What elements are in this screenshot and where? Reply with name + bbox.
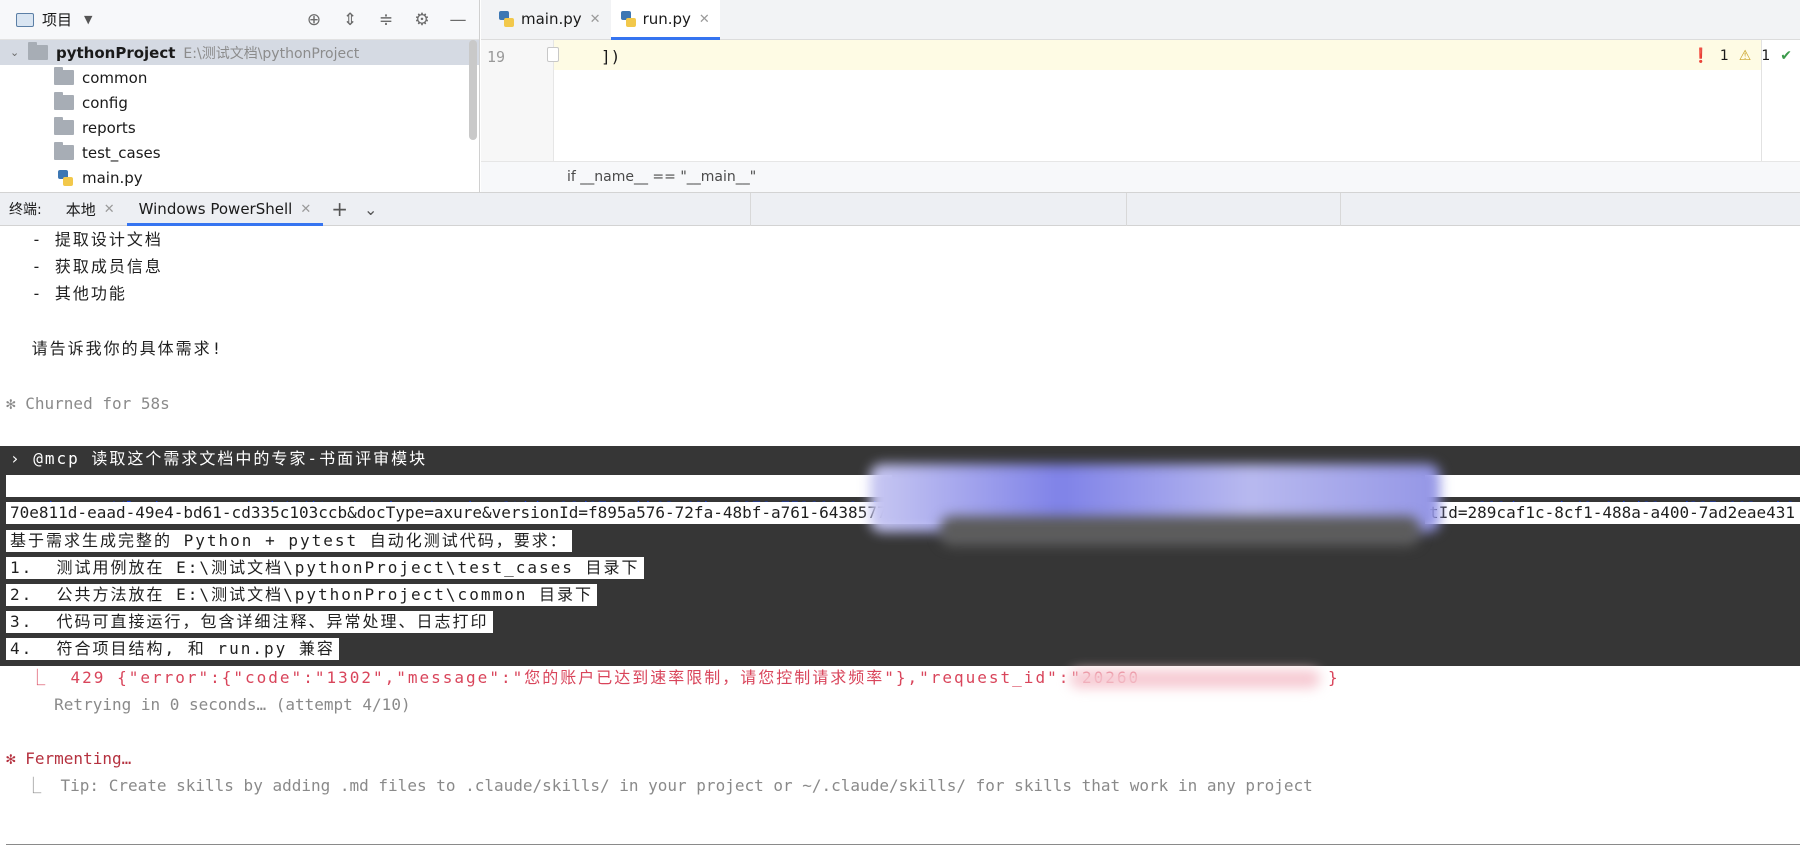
inspection-widget[interactable]: ❗ 1 ⚠ 1 ✔ bbox=[1692, 48, 1792, 64]
tree-item-config[interactable]: config bbox=[0, 90, 479, 115]
close-icon[interactable]: ✕ bbox=[104, 202, 115, 217]
warning-count: 1 bbox=[1761, 48, 1771, 64]
project-panel-header: 项目 ▼ ⊕ ⇕ ≑ ⚙ — bbox=[0, 0, 479, 40]
folder-icon bbox=[54, 67, 74, 85]
project-view-icon bbox=[16, 12, 34, 27]
chevron-down-icon[interactable]: ⌄ bbox=[356, 193, 385, 225]
prompt-url-tail: tId=289caf1c-8cf1-488a-a400-7ad2eae431 bbox=[1425, 502, 1800, 524]
redaction-blur bbox=[1070, 670, 1320, 688]
editor-area: main.py ✕ run.py ✕ 19 ]) ❗ 1 ⚠ 1 ✔ if __… bbox=[481, 0, 1800, 192]
tree-item-main-py[interactable]: main.py bbox=[0, 165, 479, 190]
prompt-url-line: 70e811d-eaad-49e4-bd61-cd335c103ccb&docT… bbox=[6, 502, 956, 524]
error-icon: ❗ bbox=[1692, 48, 1710, 64]
tree-item-label: test_cases bbox=[82, 143, 161, 162]
breadcrumb-item[interactable]: if __name__ == "__main__" bbox=[567, 169, 756, 185]
breadcrumb[interactable]: if __name__ == "__main__" bbox=[481, 161, 1800, 192]
project-name: pythonProject bbox=[56, 43, 176, 62]
project-panel-title[interactable]: 项目 bbox=[42, 9, 72, 30]
tree-item-label: common bbox=[82, 68, 148, 87]
divider bbox=[1126, 193, 1127, 227]
warning-icon: ⚠ bbox=[1738, 48, 1752, 64]
chevron-down-icon[interactable]: ⌄ bbox=[10, 46, 24, 59]
tree-item-label: reports bbox=[82, 118, 136, 137]
chevron-down-icon[interactable]: ▼ bbox=[84, 13, 92, 26]
current-line-highlight bbox=[481, 40, 1762, 70]
tab-label: main.py bbox=[521, 10, 582, 28]
expand-all-icon[interactable]: ⇕ bbox=[339, 9, 361, 31]
tree-item-label: main.py bbox=[82, 168, 143, 187]
prompt-line: 基于需求生成完整的 Python + pytest 自动化测试代码，要求： bbox=[6, 530, 572, 552]
locate-icon[interactable]: ⊕ bbox=[303, 9, 325, 31]
terminal-label: 终端: bbox=[9, 202, 42, 218]
error-line-end: } bbox=[1328, 668, 1338, 687]
folder-icon bbox=[54, 92, 74, 110]
collapse-all-icon[interactable]: ≑ bbox=[375, 9, 397, 31]
fold-marker-icon[interactable] bbox=[547, 47, 559, 62]
divider bbox=[750, 193, 751, 227]
prompt-url-line: https://lanhuapp.com/web/#/item/project/… bbox=[6, 475, 896, 517]
tip-line: ⎿ Tip: Create skills by adding .md files… bbox=[6, 776, 1313, 795]
output-line: - 其他功能 bbox=[20, 284, 127, 303]
retry-line: Retrying in 0 seconds… (attempt 4/10) bbox=[6, 695, 411, 714]
project-tree[interactable]: ⌄ pythonProject E:\测试文档\pythonProject co… bbox=[0, 40, 479, 191]
project-tool-window: 项目 ▼ ⊕ ⇕ ≑ ⚙ — ⌄ pythonProject E:\测试文档\p… bbox=[0, 0, 480, 192]
prompt-line: 1. 测试用例放在 E:\测试文档\pythonProject\test_cas… bbox=[6, 557, 644, 579]
folder-icon bbox=[54, 142, 74, 160]
check-icon: ✔ bbox=[1780, 48, 1792, 64]
status-line: ✻ Churned for 58s bbox=[6, 394, 170, 413]
close-icon[interactable]: ✕ bbox=[300, 202, 311, 217]
line-number: 19 bbox=[487, 48, 506, 66]
tab-label: run.py bbox=[642, 10, 691, 28]
user-prompt: › @mcp 读取这个需求文档中的专家-书面评审模块 bbox=[10, 449, 428, 468]
tree-item-common[interactable]: common bbox=[0, 65, 479, 90]
folder-icon bbox=[54, 117, 74, 135]
python-file-icon bbox=[620, 10, 637, 28]
prompt-line: 4. 符合项目结构, 和 run.py 兼容 bbox=[6, 638, 339, 660]
python-file-icon bbox=[58, 169, 74, 187]
output-line: 请告诉我你的具体需求! bbox=[20, 339, 224, 358]
minimize-icon[interactable]: — bbox=[447, 9, 469, 31]
input-divider bbox=[6, 844, 1800, 845]
project-panel-toolbar: ⊕ ⇕ ≑ ⚙ — bbox=[303, 9, 479, 31]
prompt-url-tail: e811d-eaad-49e4-bd61-cd335c103ccb&docT bbox=[1425, 475, 1800, 517]
output-line: - 获取成员信息 bbox=[20, 257, 163, 276]
folder-icon bbox=[28, 42, 48, 60]
tree-item-label: config bbox=[82, 93, 128, 112]
tab-label: 本地 bbox=[65, 200, 96, 219]
close-icon[interactable]: ✕ bbox=[699, 12, 710, 27]
gear-icon[interactable]: ⚙ bbox=[411, 9, 433, 31]
project-path: E:\测试文档\pythonProject bbox=[183, 45, 360, 62]
terminal-output[interactable]: - 提取设计文档 - 获取成员信息 - 其他功能 请告诉我你的具体需求! ✻ C… bbox=[0, 226, 1800, 855]
tab-run-py[interactable]: run.py ✕ bbox=[610, 0, 721, 40]
output-line: - 提取设计文档 bbox=[20, 230, 163, 249]
editor-tab-bar: main.py ✕ run.py ✕ bbox=[481, 0, 1800, 40]
code-line[interactable]: ]) bbox=[601, 47, 620, 66]
tab-local[interactable]: 本地 ✕ bbox=[54, 193, 127, 225]
close-icon[interactable]: ✕ bbox=[590, 12, 601, 27]
tree-item-project-root[interactable]: ⌄ pythonProject E:\测试文档\pythonProject bbox=[0, 40, 479, 65]
prompt-line: 3. 代码可直接运行，包含详细注释、异常处理、日志打印 bbox=[6, 611, 493, 633]
code-text: ]) bbox=[601, 47, 621, 66]
tab-main-py[interactable]: main.py ✕ bbox=[489, 0, 611, 39]
terminal-header: 终端: 本地 ✕ Windows PowerShell ✕ + ⌄ bbox=[0, 192, 1800, 227]
tree-item-test-cases[interactable]: test_cases bbox=[0, 140, 479, 165]
status-line: ✻ Fermenting… bbox=[6, 749, 132, 768]
add-tab-icon[interactable]: + bbox=[323, 193, 356, 225]
python-file-icon bbox=[499, 10, 515, 28]
error-line: ⎿ 429 {"error":{"code":"1302","message":… bbox=[6, 668, 1141, 687]
divider bbox=[1340, 193, 1341, 227]
error-count: 1 bbox=[1719, 48, 1729, 64]
tab-label: Windows PowerShell bbox=[138, 200, 293, 218]
tab-windows-powershell[interactable]: Windows PowerShell ✕ bbox=[126, 193, 324, 226]
redaction-blur bbox=[940, 516, 1420, 546]
tree-scrollbar[interactable] bbox=[469, 40, 477, 140]
tree-item-reports[interactable]: reports bbox=[0, 115, 479, 140]
prompt-line: 2. 公共方法放在 E:\测试文档\pythonProject\common 目… bbox=[6, 584, 597, 606]
